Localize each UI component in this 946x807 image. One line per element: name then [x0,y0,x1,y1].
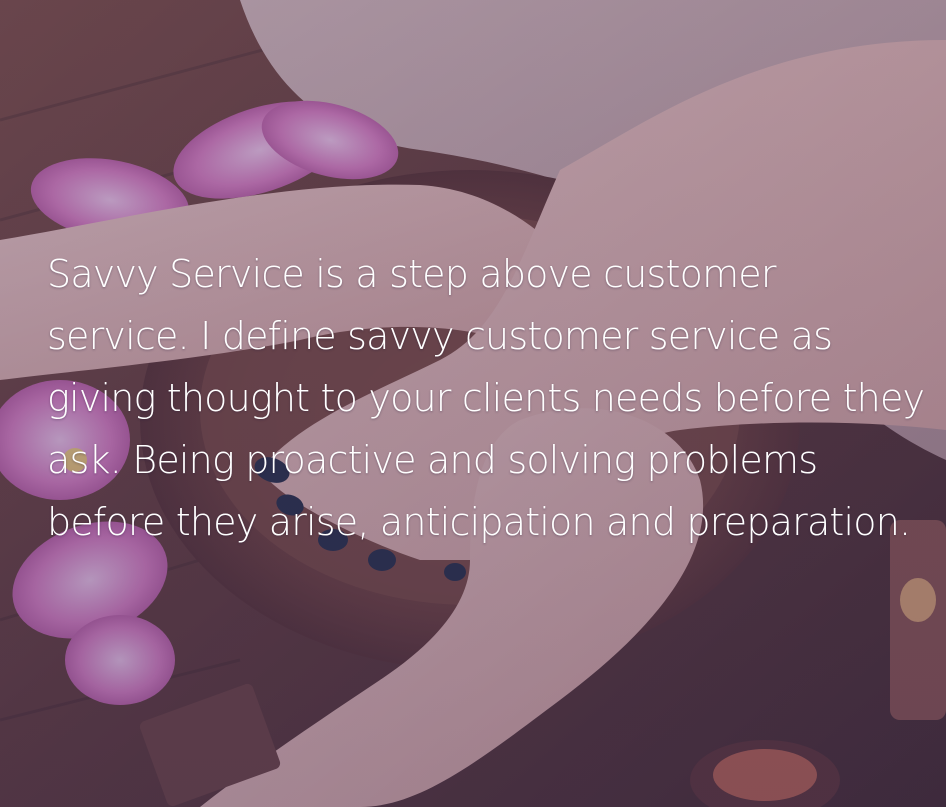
quote-text: Savvy Service is a step above customer s… [47,252,925,544]
quote-card: Savvy Service is a step above customer s… [0,0,946,807]
